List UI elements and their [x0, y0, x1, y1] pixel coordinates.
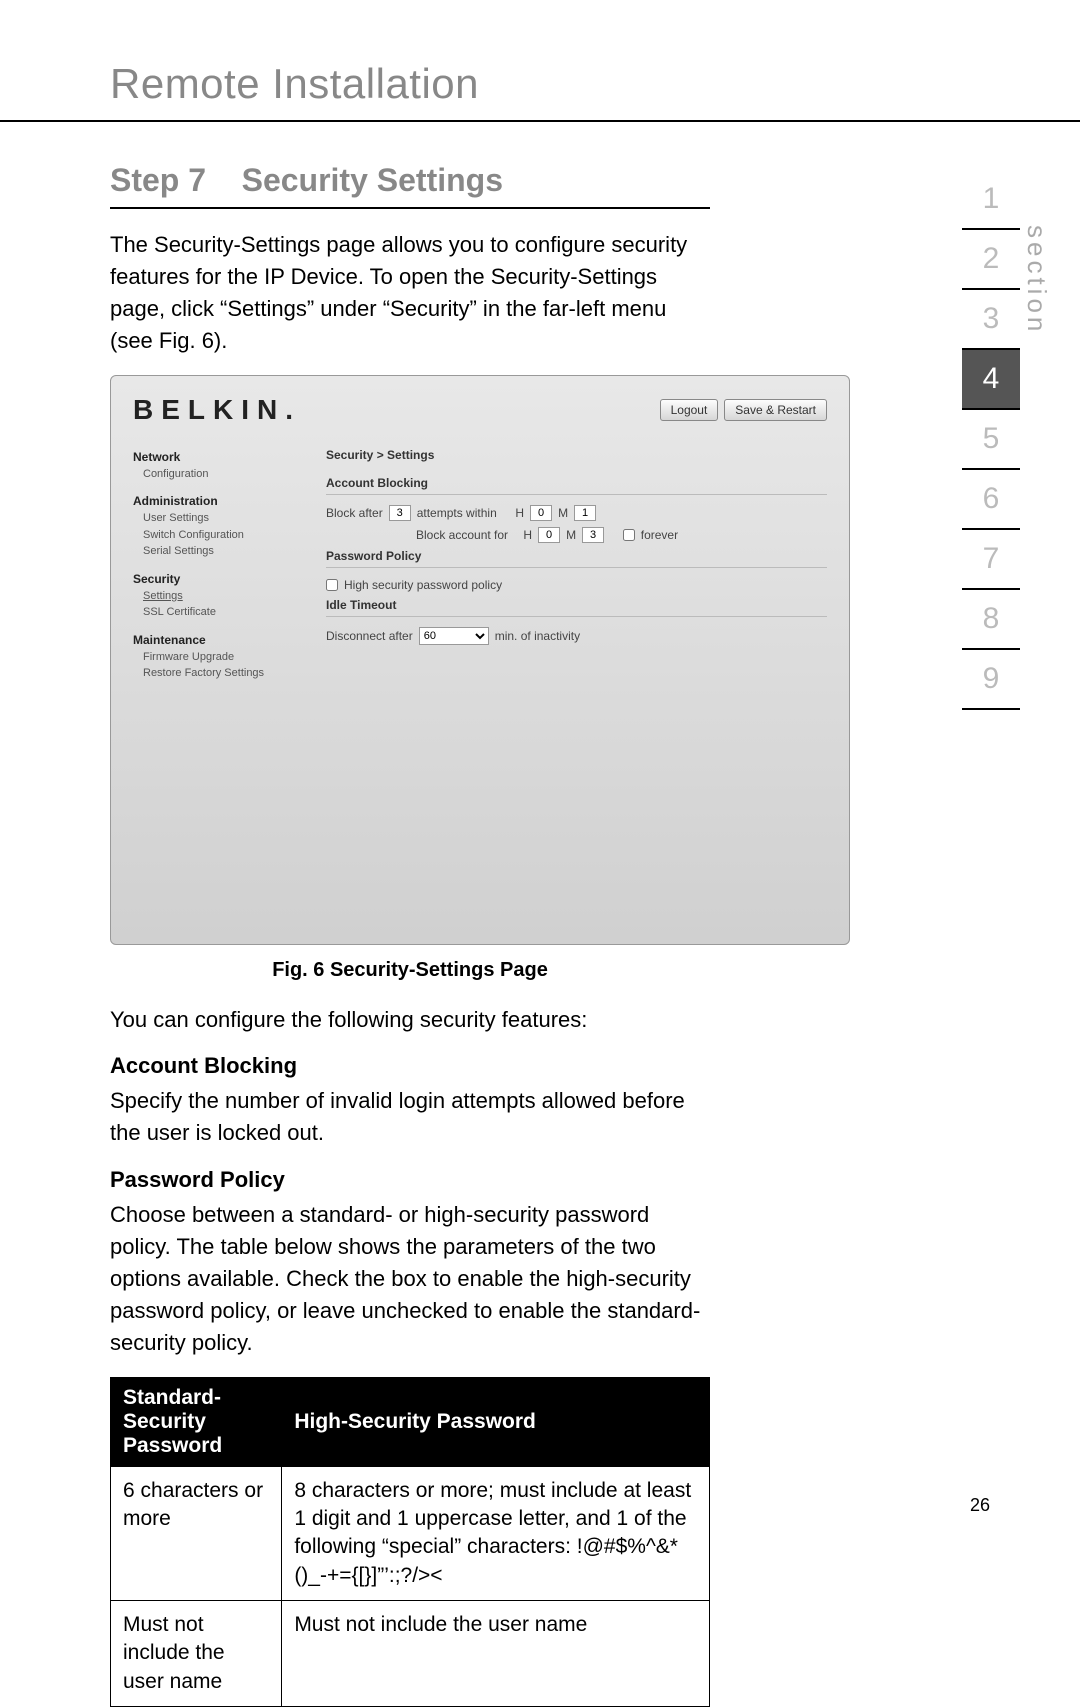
section-item-1[interactable]: 1: [962, 170, 1020, 230]
password-policy-subhead: Password Policy: [110, 1167, 710, 1193]
idle-timeout-heading: Idle Timeout: [326, 598, 827, 617]
sidebar-item-user-settings[interactable]: User Settings: [133, 510, 298, 527]
account-blocking-subhead: Account Blocking: [110, 1053, 710, 1079]
section-item-4[interactable]: 4: [962, 350, 1020, 410]
table-row: 6 characters or more 8 characters or mor…: [111, 1466, 710, 1600]
sidebar-item-restore[interactable]: Restore Factory Settings: [133, 665, 298, 682]
section-item-5[interactable]: 5: [962, 410, 1020, 470]
section-item-7[interactable]: 7: [962, 530, 1020, 590]
lead-out-text: You can configure the following security…: [110, 1004, 710, 1036]
sidebar-item-settings[interactable]: Settings: [133, 588, 298, 605]
section-nav: 1 2 3 4 5 6 7 8 9: [962, 170, 1020, 710]
sidebar-item-switch-config[interactable]: Switch Configuration: [133, 527, 298, 544]
cell-high-1: 8 characters or more; must include at le…: [282, 1466, 710, 1600]
m-label: M: [558, 506, 568, 520]
account-blocking-text: Specify the number of invalid login atte…: [110, 1085, 710, 1149]
figure-caption: Fig. 6 Security-Settings Page: [110, 959, 710, 982]
cell-high-2: Must not include the user name: [282, 1601, 710, 1707]
section-item-9[interactable]: 9: [962, 650, 1020, 710]
timeout-suffix: min. of inactivity: [495, 629, 580, 643]
forever-checkbox[interactable]: [623, 529, 635, 541]
sidebar-item-serial-settings[interactable]: Serial Settings: [133, 543, 298, 560]
sidebar: Network Configuration Administration Use…: [133, 448, 298, 692]
cell-std-1: 6 characters or more: [111, 1466, 282, 1600]
ui-main-panel: Security > Settings Account Blocking Blo…: [326, 448, 827, 692]
table-header-row: Standard-Security Password High-Security…: [111, 1377, 710, 1466]
h-input[interactable]: [530, 505, 552, 521]
attempts-label: attempts within: [417, 506, 497, 520]
main-content: Step 7 Security Settings The Security-Se…: [0, 162, 820, 1707]
block-for-label: Block account for: [416, 528, 508, 542]
section-item-6[interactable]: 6: [962, 470, 1020, 530]
section-item-8[interactable]: 8: [962, 590, 1020, 650]
high-security-label: High security password policy: [344, 578, 502, 592]
timeout-select[interactable]: 60: [419, 627, 489, 645]
page-number: 26: [970, 1495, 990, 1516]
m2-label: M: [566, 528, 576, 542]
table-row: Must not include the user name Must not …: [111, 1601, 710, 1707]
page-title: Remote Installation: [110, 60, 970, 108]
sidebar-group-maintenance: Maintenance: [133, 631, 298, 649]
breadcrumb: Security > Settings: [326, 448, 827, 462]
password-policy-text: Choose between a standard- or high-secur…: [110, 1199, 710, 1358]
sidebar-group-security: Security: [133, 570, 298, 588]
m-input[interactable]: [574, 505, 596, 521]
step-title: Security Settings: [242, 162, 503, 198]
forever-label: forever: [641, 528, 678, 542]
save-restart-button[interactable]: Save & Restart: [724, 399, 827, 421]
section-label: section: [1021, 225, 1052, 335]
cell-std-2: Must not include the user name: [111, 1601, 282, 1707]
intro-paragraph: The Security-Settings page allows you to…: [110, 229, 710, 357]
h2-label: H: [523, 528, 532, 542]
figure: BELKIN. Logout Save & Restart Network Co…: [110, 375, 710, 982]
th-standard: Standard-Security Password: [111, 1377, 282, 1466]
disconnect-label: Disconnect after: [326, 629, 413, 643]
h-label: H: [515, 506, 524, 520]
section-item-2[interactable]: 2: [962, 230, 1020, 290]
belkin-ui-screenshot: BELKIN. Logout Save & Restart Network Co…: [110, 375, 850, 945]
high-security-checkbox[interactable]: [326, 579, 338, 591]
h2-input[interactable]: [538, 527, 560, 543]
block-after-label: Block after: [326, 506, 383, 520]
th-high: High-Security Password: [282, 1377, 710, 1466]
m2-input[interactable]: [582, 527, 604, 543]
step-heading: Step 7 Security Settings: [110, 162, 710, 209]
account-blocking-heading: Account Blocking: [326, 476, 827, 495]
sidebar-group-network: Network: [133, 448, 298, 466]
sidebar-group-administration: Administration: [133, 492, 298, 510]
logout-button[interactable]: Logout: [660, 399, 719, 421]
section-item-3[interactable]: 3: [962, 290, 1020, 350]
block-after-input[interactable]: [389, 505, 411, 521]
step-prefix: Step 7: [110, 162, 206, 198]
sidebar-item-configuration[interactable]: Configuration: [133, 466, 298, 483]
belkin-logo: BELKIN.: [133, 394, 301, 426]
page-header: Remote Installation: [0, 0, 1080, 122]
sidebar-item-firmware[interactable]: Firmware Upgrade: [133, 649, 298, 666]
sidebar-item-ssl[interactable]: SSL Certificate: [133, 604, 298, 621]
password-policy-heading: Password Policy: [326, 549, 827, 568]
